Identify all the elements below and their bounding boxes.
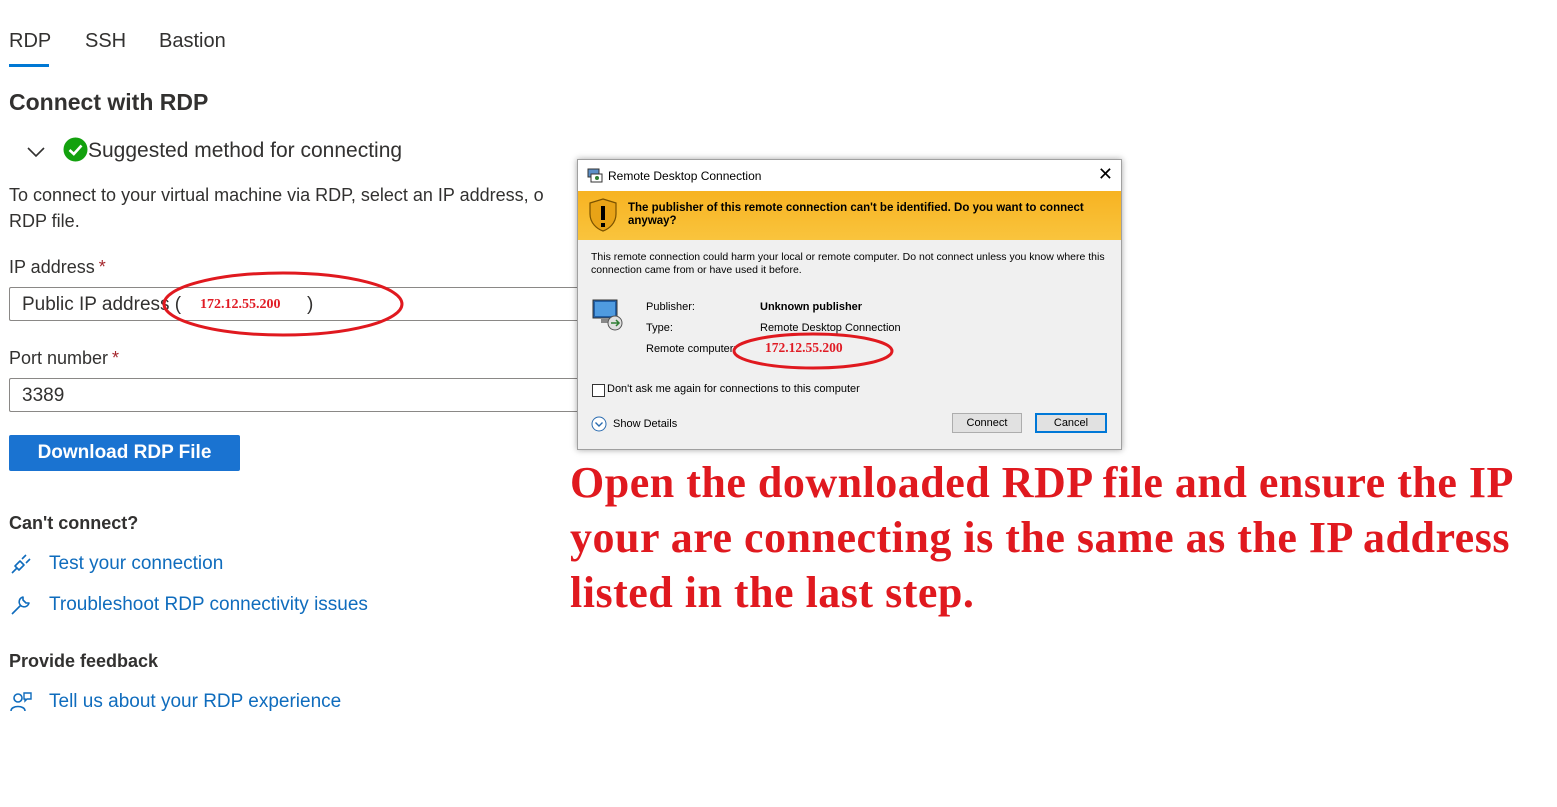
dont-ask-label: Don't ask me again for connections to th… [607, 383, 860, 395]
port-number-label-text: Port number [9, 348, 109, 368]
dialog-title: Remote Desktop Connection [608, 169, 762, 183]
publisher-value: Unknown publisher [760, 301, 863, 313]
tab-ssh[interactable]: SSH [85, 30, 126, 53]
warning-text: The publisher of this remote connection … [628, 202, 1084, 227]
connect-button[interactable]: Connect [952, 413, 1022, 433]
ip-address-label-text: IP address [9, 257, 95, 277]
annotation-ellipse-remote [732, 332, 894, 370]
show-details-toggle[interactable]: Show Details [591, 416, 677, 432]
active-tab-indicator [9, 64, 49, 67]
port-number-label: Port number * [9, 348, 119, 369]
instruction-annotation: Open the downloaded RDP file and ensure … [570, 458, 1512, 617]
annotation-ellipse-ip [162, 271, 404, 337]
test-connection-link-row[interactable]: Test your connection [9, 552, 223, 576]
ip-address-prefix: Public IP address ( [22, 294, 182, 315]
cant-connect-heading: Can't connect? [9, 513, 139, 533]
port-number-input[interactable]: 3389 [9, 378, 579, 412]
feedback-person-icon [10, 692, 32, 712]
dont-ask-checkbox[interactable] [592, 384, 605, 397]
ip-address-label: IP address * [9, 257, 106, 278]
remote-computer-icon [592, 299, 623, 331]
section-title: Suggested method for connecting [88, 139, 403, 162]
test-connection-link[interactable]: Test your connection [49, 553, 223, 575]
remote-computer-label: Remote computer: [646, 343, 737, 355]
close-icon[interactable]: ✕ [1098, 165, 1113, 183]
troubleshoot-link[interactable]: Troubleshoot RDP connectivity issues [49, 594, 368, 616]
description: To connect to your virtual machine via R… [9, 182, 589, 234]
rdp-dialog: Remote Desktop Connection ✕ The publishe… [577, 159, 1122, 450]
download-rdp-button[interactable]: Download RDP File [9, 435, 240, 471]
dialog-titlebar: Remote Desktop Connection ✕ [578, 160, 1121, 191]
troubleshoot-link-row[interactable]: Troubleshoot RDP connectivity issues [9, 593, 368, 617]
show-details-label: Show Details [613, 418, 678, 430]
required-mark: * [112, 348, 120, 368]
dialog-body-text: This remote connection could harm your l… [591, 251, 1105, 276]
remote-desktop-app-icon [587, 168, 603, 183]
publisher-label: Publisher: [646, 301, 695, 313]
page-title: Connect with RDP [9, 89, 209, 115]
chevron-down-icon[interactable] [26, 142, 46, 162]
description-line-2: RDP file. [9, 211, 80, 231]
tab-rdp[interactable]: RDP [9, 30, 51, 53]
expand-circle-icon [591, 416, 607, 432]
feedback-link-row[interactable]: Tell us about your RDP experience [9, 690, 341, 714]
wrench-icon [11, 596, 30, 615]
plug-icon [11, 554, 31, 574]
feedback-link[interactable]: Tell us about your RDP experience [49, 691, 341, 713]
cancel-button[interactable]: Cancel [1035, 413, 1107, 433]
tab-bastion[interactable]: Bastion [159, 30, 226, 53]
port-number-value: 3389 [22, 385, 65, 406]
description-line-1: To connect to your virtual machine via R… [9, 185, 544, 205]
required-mark: * [98, 257, 106, 277]
security-shield-icon [589, 198, 617, 232]
type-label: Type: [646, 322, 673, 334]
feedback-heading: Provide feedback [9, 651, 159, 671]
warning-banner: The publisher of this remote connection … [578, 191, 1121, 240]
success-check-icon [63, 137, 88, 162]
